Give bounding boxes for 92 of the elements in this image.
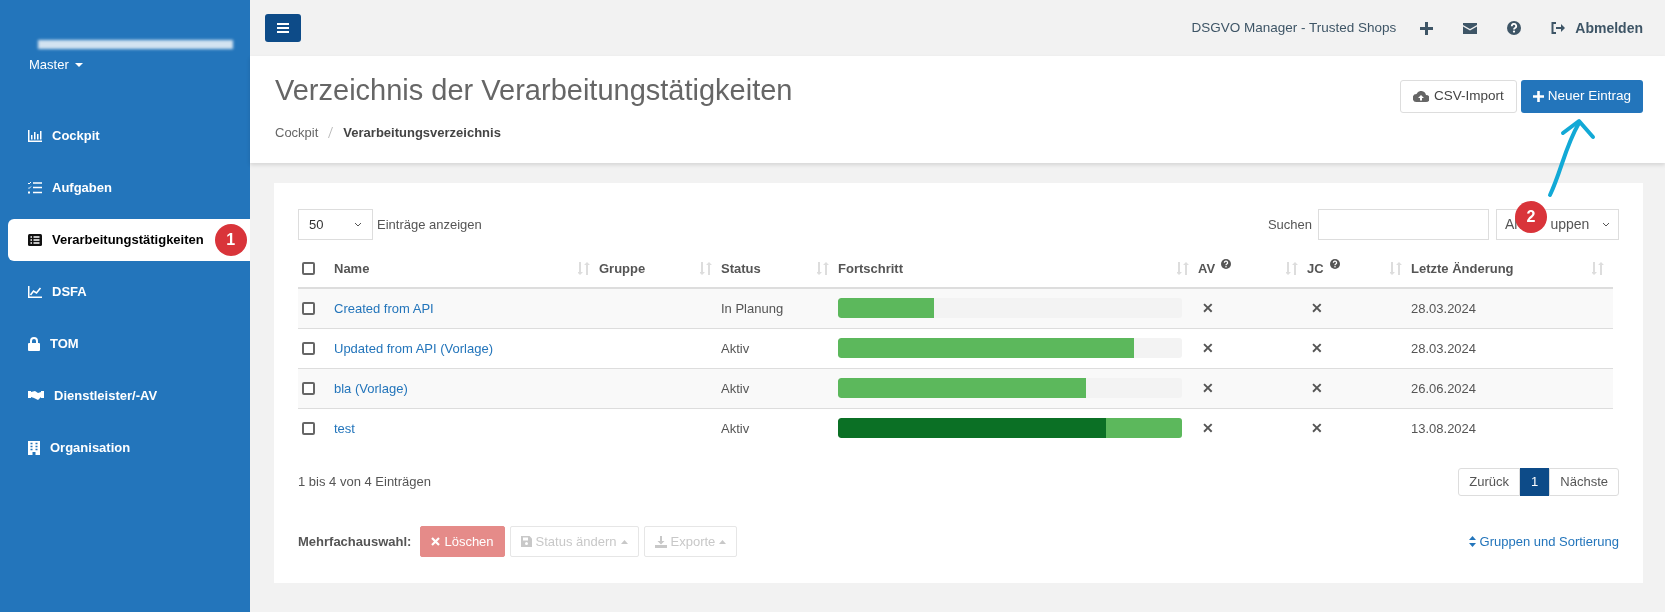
sort-icon: [1390, 262, 1403, 275]
help-icon[interactable]: [1507, 21, 1522, 35]
sort-icon: [1177, 262, 1190, 275]
select-text: uppen: [1550, 215, 1590, 234]
sort-icon: [700, 262, 713, 275]
list-icon: [28, 233, 42, 246]
sort-icon: [1468, 536, 1476, 547]
sidebar-item[interactable]: DSFA: [8, 270, 250, 313]
floppy-icon: [520, 536, 532, 547]
bar-chart-icon: [28, 129, 42, 142]
plus-icon: [1532, 91, 1544, 102]
sidebar-item[interactable]: Verarbeitungstätigkeiten 1: [8, 218, 250, 261]
cross-mark: ✕: [1311, 300, 1323, 317]
checkbox[interactable]: [302, 341, 315, 355]
search-label: Suchen: [1267, 215, 1312, 234]
mail-icon[interactable]: [1463, 22, 1478, 34]
sort-icon: [1286, 262, 1299, 275]
entry-link[interactable]: Created from API: [334, 301, 434, 317]
column-header[interactable]: JC: [1307, 258, 1324, 279]
cross-mark: ✕: [1202, 340, 1214, 356]
caret-icon: [74, 62, 83, 67]
select-text: Al: [1505, 215, 1518, 234]
cross-mark: ✕: [1202, 300, 1214, 317]
logout-link[interactable]: Abmelden: [1551, 17, 1643, 39]
new-entry-button[interactable]: Neuer Eintrag: [1520, 80, 1643, 113]
handshake-icon: [28, 390, 44, 401]
column-header[interactable]: Letzte Änderung: [1411, 258, 1514, 279]
table-cell: In Planung: [721, 301, 784, 317]
lock-icon: [28, 336, 40, 351]
entry-link[interactable]: Updated from API (Vorlage): [334, 341, 493, 356]
cross-mark: ✕: [1311, 380, 1323, 396]
column-header[interactable]: AV: [1198, 258, 1216, 279]
breadcrumb-separator: [328, 127, 334, 139]
menu-icon: [277, 23, 289, 33]
table-cell: 28.03.2024: [1411, 341, 1477, 356]
column-header[interactable]: Name: [334, 258, 370, 279]
page-title: Verzeichnis der Verarbeitungstätigkeiten: [275, 73, 794, 108]
page-length-select[interactable]: 50: [298, 209, 373, 240]
cross-mark: ✕: [1311, 420, 1323, 437]
column-header[interactable]: Fortschritt: [838, 258, 903, 279]
sidebar-item[interactable]: Dienstleister/-AV: [8, 374, 250, 417]
sidebar-item[interactable]: Aufgaben: [8, 166, 250, 209]
pagination-button[interactable]: 1: [1520, 468, 1550, 496]
cross-mark: ✕: [1311, 340, 1323, 356]
cross-mark: ✕: [1202, 380, 1214, 396]
chevron-icon: [354, 222, 362, 227]
caret-icon: [719, 539, 727, 544]
app-name: DSGVO Manager - Trusted Shops: [1191, 18, 1397, 37]
table-info: 1 bis 4 von 4 Einträgen: [298, 473, 431, 492]
entry-link[interactable]: test: [334, 421, 355, 437]
csv-import-button[interactable]: CSV-Import: [1399, 80, 1517, 113]
plus-icon[interactable]: [1420, 21, 1434, 35]
pagination-button[interactable]: Zurück: [1458, 468, 1521, 496]
table-cell: Aktiv: [721, 381, 750, 396]
chevron-icon: [1602, 222, 1610, 227]
menu-button[interactable]: [265, 14, 301, 42]
cross-mark: ✕: [1202, 420, 1214, 437]
building-icon: [28, 440, 40, 455]
breadcrumb-link[interactable]: Cockpit: [275, 123, 319, 143]
sort-icon: [1592, 262, 1605, 275]
close-icon: [431, 537, 441, 546]
search-field[interactable]: [1318, 209, 1489, 240]
checkbox[interactable]: [302, 421, 315, 435]
sidebar-item[interactable]: TOM: [8, 322, 250, 365]
checkbox[interactable]: [302, 301, 315, 315]
table-cell: Aktiv: [721, 421, 750, 437]
column-header[interactable]: Gruppe: [599, 258, 646, 279]
sort-icon: [578, 262, 591, 275]
caret-icon: [620, 539, 628, 544]
sidebar-item[interactable]: Organisation: [8, 426, 250, 469]
bulk-label: Mehrfachauswahl:: [298, 532, 412, 551]
download-icon: [654, 535, 667, 548]
sort-icon: [817, 262, 830, 275]
account-menu[interactable]: Master: [29, 55, 83, 75]
cloud-upload-icon: [1412, 91, 1429, 102]
step-badge: 1: [214, 223, 247, 256]
entry-link[interactable]: bla (Vorlage): [334, 381, 408, 396]
groups-sort-link[interactable]: Gruppen und Sortierung: [1468, 531, 1619, 552]
table-cell: Aktiv: [721, 341, 750, 356]
checkbox[interactable]: [302, 381, 315, 395]
table-cell: 13.08.2024: [1411, 421, 1477, 437]
line-chart-icon: [28, 285, 42, 298]
logout-icon: [1551, 22, 1566, 34]
table-cell: 26.06.2024: [1411, 381, 1477, 396]
breadcrumb-current: Verarbeitungsverzeichnis: [343, 124, 501, 142]
page-length-label: Einträge anzeigen: [377, 215, 482, 234]
task-list-icon: [28, 181, 42, 194]
checkbox[interactable]: [302, 262, 315, 275]
pagination-button[interactable]: Nächste: [1549, 468, 1619, 496]
table-cell: 28.03.2024: [1411, 301, 1477, 317]
sidebar-item[interactable]: Cockpit: [8, 114, 250, 157]
column-header[interactable]: Status: [721, 258, 761, 279]
